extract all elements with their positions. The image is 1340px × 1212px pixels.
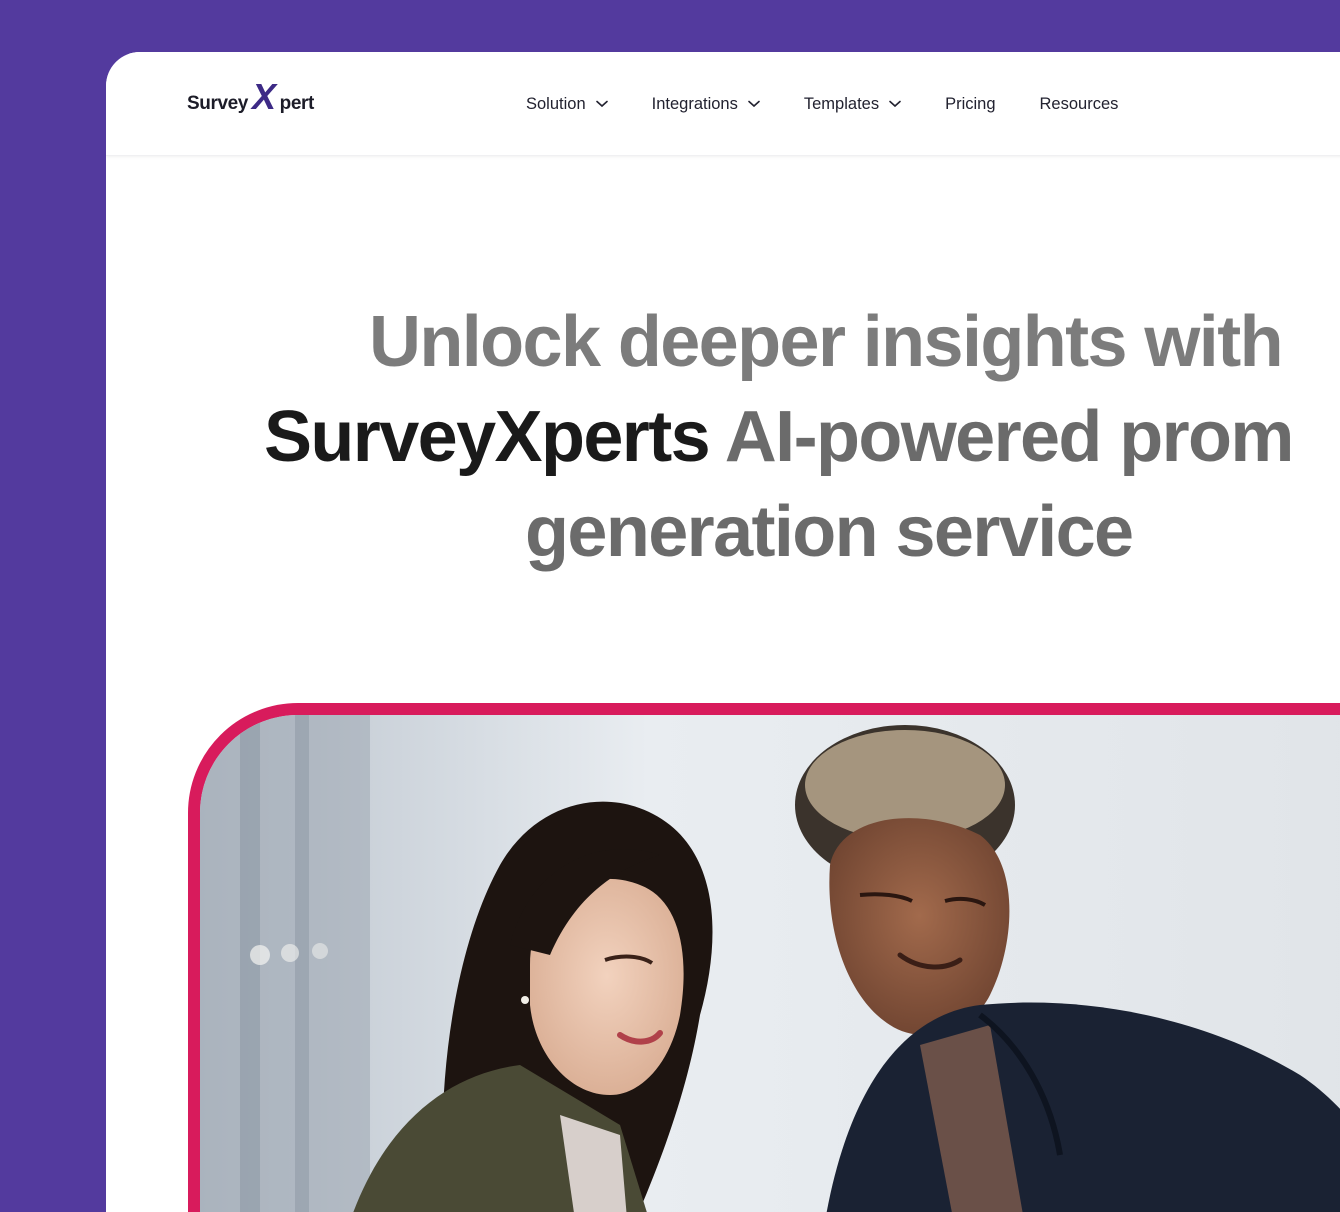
chevron-down-icon (889, 100, 901, 108)
logo[interactable]: Survey X pert (187, 76, 315, 117)
nav-item-label: Pricing (945, 94, 996, 113)
nav-item-solution[interactable]: Solution (526, 92, 608, 116)
nav-item-templates[interactable]: Templates (804, 92, 901, 116)
top-navbar: Survey X pert Solution Integrations Temp… (106, 52, 1340, 156)
hero-line-1: Unlock deeper insights with (369, 302, 1284, 382)
nav-item-label: Templates (803, 94, 880, 113)
app-window: Survey X pert Solution Integrations Temp… (106, 52, 1340, 1212)
hero-line-2-rest: AI-powered prom (724, 397, 1295, 477)
chevron-down-icon (595, 100, 608, 108)
nav-item-resources[interactable]: Resources (1040, 92, 1119, 116)
nav-item-label: Integrations (651, 94, 738, 113)
hero-photo (188, 703, 1340, 1212)
chevron-down-icon (748, 100, 760, 108)
logo-x-mark: X (251, 76, 276, 117)
nav-item-label: Solution (526, 94, 586, 113)
photo-two-people-icon (200, 715, 1340, 1212)
nav-item-label: Resources (1039, 94, 1119, 113)
hero-line-3: generation service (525, 492, 1134, 572)
nav-item-integrations[interactable]: Integrations (652, 92, 760, 116)
hero-brand-name: SurveyXperts (264, 397, 711, 477)
nav-item-pricing[interactable]: Pricing (945, 92, 995, 116)
logo-suffix: pert (279, 93, 315, 114)
logo-prefix: Survey (187, 93, 248, 114)
hero-line-2: SurveyXperts AI-powered prom (264, 397, 1295, 477)
main-nav: Solution Integrations Templates Pricing … (526, 92, 1162, 116)
